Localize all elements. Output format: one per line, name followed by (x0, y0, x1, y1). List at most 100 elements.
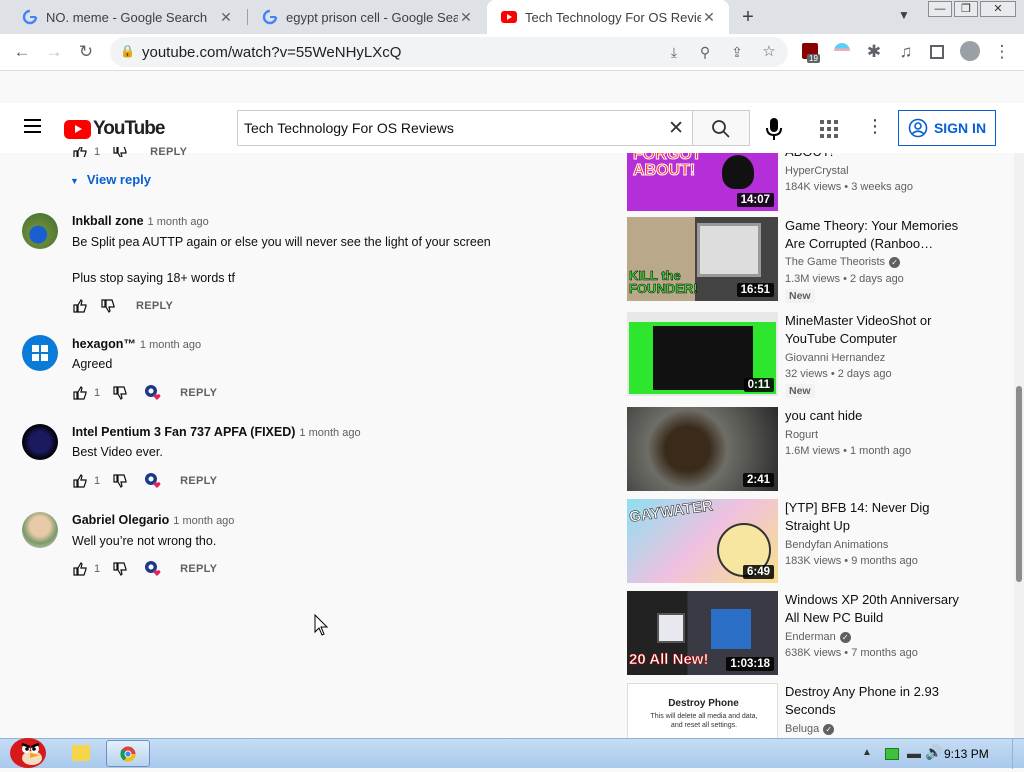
settings-more-icon[interactable]: ⋮ (866, 117, 884, 135)
reply-button[interactable]: REPLY (150, 147, 187, 157)
install-app-icon[interactable]: ⤓ (664, 42, 684, 62)
page-scrollbar[interactable] (1014, 153, 1024, 738)
zoom-icon[interactable]: ⚲ (695, 42, 715, 62)
maximize-button[interactable]: ❐ (954, 1, 978, 17)
profile-flag-icon[interactable] (834, 43, 850, 59)
scrollbar-thumb[interactable] (1016, 386, 1022, 582)
share-icon[interactable]: ⇪ (727, 42, 747, 62)
battery-icon[interactable] (885, 748, 899, 760)
comment-time[interactable]: 1 month ago (140, 339, 201, 351)
back-arrow-icon[interactable]: ← (12, 42, 32, 62)
avatar[interactable] (22, 424, 58, 460)
video-thumbnail[interactable]: KILL the FOUNDER! 16:51 (627, 217, 778, 301)
comment-time[interactable]: 1 month ago (148, 216, 209, 228)
recommended-video[interactable]: GAYWATER 6:49 [YTP] BFB 14: Never Dig St… (627, 499, 997, 583)
file-explorer-icon[interactable] (72, 745, 90, 761)
chrome-taskbar-button[interactable] (106, 740, 150, 767)
search-input[interactable]: Tech Technology For OS Reviews ✕ (237, 110, 693, 146)
like-icon[interactable] (72, 298, 88, 314)
video-title[interactable]: MineMaster VideoShot or YouTube Computer (785, 312, 965, 348)
close-tab-icon[interactable]: ✕ (701, 9, 717, 26)
video-thumbnail[interactable]: 20 All New! 1:03:18 (627, 591, 778, 675)
reply-button[interactable]: REPLY (180, 475, 217, 487)
show-hidden-icons-icon[interactable]: ▲ (862, 747, 872, 758)
recommended-video[interactable]: 2:41 you cant hide Rogurt 1.6M views • 1… (627, 407, 997, 491)
dislike-icon[interactable] (112, 147, 128, 157)
network-icon[interactable]: ▬ (907, 745, 921, 761)
new-tab-button[interactable]: + (738, 6, 758, 28)
puzzle-extensions-icon[interactable]: ✱ (864, 42, 884, 62)
comment-author[interactable]: Intel Pentium 3 Fan 737 APFA (FIXED) 1 mo… (72, 425, 361, 439)
recommended-video[interactable]: 20 All New! 1:03:18 Windows XP 20th Anni… (627, 591, 997, 675)
video-title[interactable]: Destroy Any Phone in 2.93 Seconds (785, 683, 965, 719)
chevron-down-icon[interactable]: ▼ (898, 8, 910, 22)
minimize-button[interactable]: — (928, 1, 952, 17)
like-icon[interactable] (72, 147, 88, 157)
video-title[interactable]: ABOUT! (785, 153, 965, 161)
comment-time[interactable]: 1 month ago (173, 515, 234, 527)
recommended-video[interactable]: FORGOT ABOUT! 14:07 ABOUT! HyperCrystal … (627, 153, 997, 211)
microphone-icon[interactable] (764, 117, 784, 141)
like-icon[interactable] (72, 561, 88, 577)
channel-name[interactable]: Rogurt (785, 429, 818, 441)
comment-time[interactable]: 1 month ago (299, 427, 360, 439)
url-text[interactable]: youtube.com/watch?v=55WeNHyLXcQ (142, 44, 401, 61)
view-reply-button[interactable]: ▼ View reply (70, 172, 151, 187)
reply-button[interactable]: REPLY (180, 387, 217, 399)
channel-name[interactable]: Beluga ✓ (785, 723, 835, 735)
profile-avatar-icon[interactable] (960, 41, 980, 61)
video-thumbnail[interactable]: FORGOT ABOUT! 14:07 (627, 153, 778, 211)
lock-icon[interactable]: 🔒 (120, 44, 135, 58)
video-thumbnail[interactable]: 0:11 (627, 312, 778, 396)
comment-author[interactable]: hexagon™ 1 month ago (72, 337, 201, 351)
like-icon[interactable] (72, 385, 88, 401)
dislike-icon[interactable] (112, 561, 128, 577)
reply-button[interactable]: REPLY (180, 563, 217, 575)
channel-name[interactable]: HyperCrystal (785, 165, 849, 177)
video-title[interactable]: Game Theory: Your Memories Are Corrupted… (785, 217, 965, 253)
close-tab-icon[interactable]: ✕ (218, 9, 234, 26)
comment-author[interactable]: Gabriel Olegario 1 month ago (72, 513, 234, 527)
search-button[interactable] (692, 110, 750, 146)
address-bar[interactable]: 🔒 youtube.com/watch?v=55WeNHyLXcQ ⤓ ⚲ ⇪ … (110, 37, 788, 67)
channel-name[interactable]: Giovanni Hernandez (785, 352, 885, 364)
more-vertical-icon[interactable]: ⋮ (992, 42, 1012, 62)
search-value[interactable]: Tech Technology For OS Reviews (244, 120, 454, 136)
hamburger-menu-icon[interactable] (24, 119, 41, 133)
start-button[interactable] (4, 731, 48, 769)
close-tab-icon[interactable]: ✕ (458, 9, 474, 26)
channel-name[interactable]: The Game Theorists ✓ (785, 256, 901, 268)
video-thumbnail[interactable]: GAYWATER 6:49 (627, 499, 778, 583)
video-title[interactable]: Windows XP 20th Anniversary All New PC B… (785, 591, 965, 627)
like-icon[interactable] (72, 473, 88, 489)
channel-name[interactable]: Bendyfan Animations (785, 539, 888, 551)
sign-in-button[interactable]: SIGN IN (898, 110, 996, 146)
close-window-button[interactable]: ✕ (980, 1, 1016, 17)
youtube-logo[interactable]: YouTube (64, 118, 165, 140)
clear-search-icon[interactable]: ✕ (668, 117, 684, 140)
comment-author[interactable]: Inkball zone 1 month ago (72, 214, 209, 228)
video-title[interactable]: you cant hide (785, 407, 965, 425)
apps-grid-icon[interactable] (820, 120, 838, 138)
channel-name[interactable]: Enderman ✓ (785, 631, 851, 643)
video-thumbnail[interactable]: 2:41 (627, 407, 778, 491)
side-panel-icon[interactable] (930, 45, 944, 59)
tab-youtube-active[interactable]: Tech Technology For OS Revie ✕ (487, 0, 729, 34)
bookmark-star-icon[interactable]: ☆ (759, 42, 779, 62)
recommended-video[interactable]: KILL the FOUNDER! 16:51 Game Theory: You… (627, 217, 997, 303)
reply-button[interactable]: REPLY (136, 300, 173, 312)
show-desktop-button[interactable] (1012, 739, 1024, 769)
avatar[interactable] (22, 335, 58, 371)
media-control-icon[interactable]: ♫ (896, 42, 916, 62)
recommended-video[interactable]: 0:11 MineMaster VideoShot or YouTube Com… (627, 312, 997, 398)
taskbar-clock[interactable]: 9:13 PM (944, 747, 989, 761)
dislike-icon[interactable] (112, 473, 128, 489)
avatar[interactable] (22, 512, 58, 548)
dislike-icon[interactable] (112, 385, 128, 401)
dislike-icon[interactable] (100, 298, 116, 314)
reload-icon[interactable]: ↻ (76, 42, 96, 62)
video-title[interactable]: [YTP] BFB 14: Never Dig Straight Up (785, 499, 965, 535)
recommended-video[interactable]: Destroy Phone This will delete all media… (627, 683, 997, 738)
tab-no-meme[interactable]: NO. meme - Google Search ✕ (8, 0, 246, 34)
video-thumbnail[interactable]: Destroy Phone This will delete all media… (627, 683, 778, 738)
